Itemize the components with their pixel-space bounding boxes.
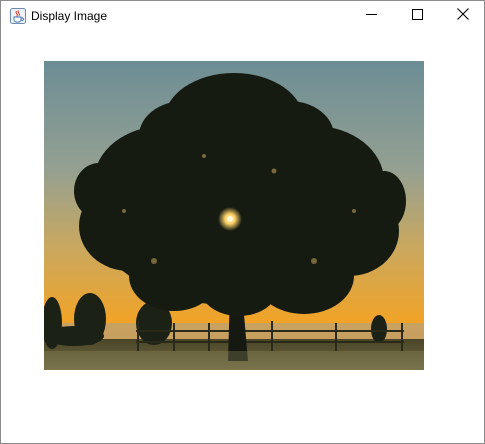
java-cup-icon — [10, 8, 26, 24]
minimize-icon — [365, 7, 377, 25]
close-icon — [457, 7, 469, 25]
maximize-button[interactable] — [394, 1, 440, 31]
content-panel — [1, 31, 484, 443]
close-button[interactable] — [440, 1, 485, 31]
maximize-icon — [411, 7, 423, 25]
displayed-image — [44, 61, 424, 370]
tree-sunset-image — [44, 61, 424, 370]
window-title: Display Image — [31, 9, 108, 23]
title-bar[interactable]: Display Image — [1, 1, 484, 31]
application-window: Display Image — [0, 0, 485, 444]
minimize-button[interactable] — [348, 1, 394, 31]
